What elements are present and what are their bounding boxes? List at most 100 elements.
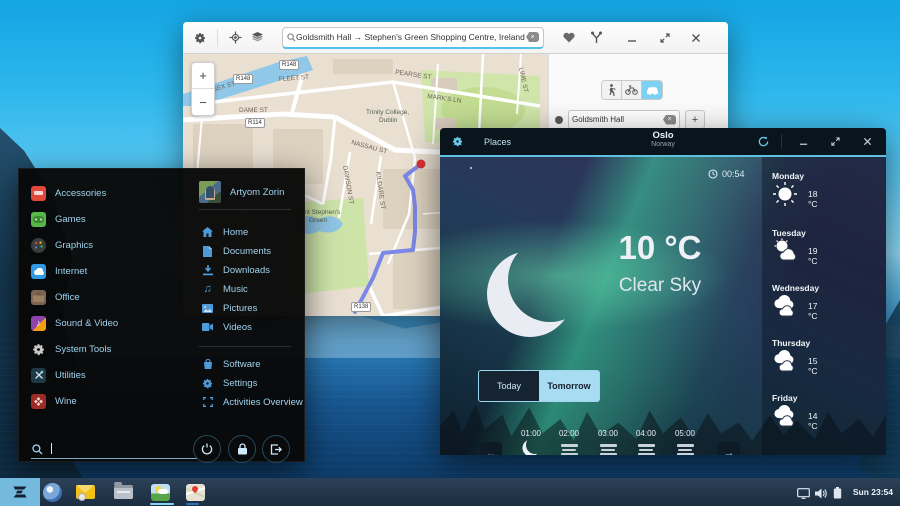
refresh-icon[interactable] bbox=[752, 132, 774, 152]
category-system-tools[interactable]: System Tools bbox=[31, 338, 111, 360]
divider bbox=[199, 209, 291, 210]
minimize-button[interactable] bbox=[621, 28, 643, 48]
browser-icon bbox=[43, 483, 62, 502]
graphics-icon bbox=[31, 238, 46, 253]
taskbar-app-weather[interactable] bbox=[149, 481, 171, 503]
taskbar-app-maps[interactable] bbox=[184, 481, 206, 503]
hourly-item: 03:00 7 °C bbox=[589, 429, 627, 455]
favorites-heart-icon[interactable] bbox=[558, 28, 580, 48]
category-internet[interactable]: Internet bbox=[31, 260, 87, 282]
clouds-icon bbox=[772, 304, 800, 321]
volume-icon[interactable] bbox=[815, 486, 827, 504]
search-icon bbox=[287, 33, 296, 42]
display-icon[interactable] bbox=[797, 486, 810, 504]
clear-origin-icon[interactable]: × bbox=[663, 115, 676, 125]
menu-item-software[interactable]: Software bbox=[201, 356, 261, 372]
daily-item: Monday 18 °C bbox=[772, 171, 804, 212]
internet-icon bbox=[31, 264, 46, 279]
close-button[interactable] bbox=[856, 132, 878, 152]
goto-location-icon[interactable] bbox=[224, 28, 246, 48]
place-videos[interactable]: Videos bbox=[201, 319, 252, 335]
hourly-item: 01:00 9 °C bbox=[512, 429, 550, 455]
taskbar-app-mail[interactable] bbox=[74, 481, 96, 503]
power-button[interactable] bbox=[193, 435, 221, 463]
tab-today[interactable]: Today bbox=[479, 371, 539, 401]
update-time: 00:54 bbox=[708, 169, 745, 179]
avatar bbox=[199, 181, 221, 203]
bike-mode-icon[interactable] bbox=[622, 81, 642, 99]
clear-search-icon[interactable]: × bbox=[526, 32, 539, 42]
maps-search-input[interactable] bbox=[296, 32, 526, 42]
add-waypoint-button[interactable]: + bbox=[685, 110, 705, 129]
maximize-button[interactable] bbox=[654, 28, 676, 48]
route-icon[interactable] bbox=[585, 28, 607, 48]
user-row[interactable]: Artyom Zorin bbox=[199, 181, 284, 203]
zoom-out-button[interactable]: − bbox=[192, 89, 214, 115]
moon-icon bbox=[521, 445, 541, 455]
origin-entry[interactable]: Goldsmith Hall × bbox=[568, 110, 680, 129]
category-accessories[interactable]: Accessories bbox=[31, 182, 106, 204]
maximize-button[interactable] bbox=[824, 132, 846, 152]
weather-titlebar[interactable]: Places Oslo Norway bbox=[440, 128, 886, 155]
sun-cloud-icon bbox=[772, 249, 800, 266]
svg-text:Green: Green bbox=[309, 217, 327, 224]
category-games[interactable]: Games bbox=[31, 208, 86, 230]
picture-icon bbox=[201, 302, 214, 315]
menu-item-settings[interactable]: Settings bbox=[201, 375, 257, 391]
crescent-moon-icon bbox=[484, 247, 578, 346]
download-icon bbox=[201, 264, 214, 277]
category-sound-video[interactable]: ♪ Sound & Video bbox=[31, 312, 118, 334]
hourly-item: 05:00 7 °C bbox=[666, 429, 704, 455]
place-documents[interactable]: Documents bbox=[201, 243, 271, 259]
minimize-button[interactable] bbox=[792, 132, 814, 152]
sun-icon bbox=[772, 194, 798, 211]
hourly-prev-button[interactable]: ← bbox=[480, 442, 502, 455]
gear-icon[interactable] bbox=[189, 28, 211, 48]
map-zoom-control[interactable]: + − bbox=[191, 62, 215, 116]
route-origin-row: Goldsmith Hall × + bbox=[555, 110, 723, 129]
daily-item: Friday 14 °C bbox=[772, 393, 800, 432]
place-downloads[interactable]: Downloads bbox=[201, 262, 270, 278]
category-graphics[interactable]: Graphics bbox=[31, 234, 93, 256]
accessories-icon bbox=[31, 186, 46, 201]
maps-titlebar[interactable]: × bbox=[183, 22, 728, 54]
current-condition: Clear Sky bbox=[580, 275, 740, 297]
taskbar-app-browser[interactable] bbox=[41, 481, 63, 503]
hourly-next-button[interactable]: → bbox=[718, 442, 740, 455]
close-button[interactable] bbox=[685, 28, 707, 48]
fog-icon bbox=[627, 438, 665, 455]
clock-icon bbox=[708, 169, 718, 179]
menu-item-activities-overview[interactable]: Activities Overview bbox=[201, 394, 303, 410]
travel-mode-toggle[interactable] bbox=[601, 80, 663, 100]
taskbar-app-files[interactable] bbox=[112, 481, 134, 503]
power-icon bbox=[201, 443, 213, 455]
road-badge: R148 bbox=[233, 74, 253, 84]
clouds-icon bbox=[772, 414, 800, 431]
zoom-in-button[interactable]: + bbox=[192, 63, 214, 89]
walk-mode-icon[interactable] bbox=[602, 81, 622, 99]
logout-button[interactable] bbox=[262, 435, 290, 463]
tab-tomorrow[interactable]: Tomorrow bbox=[539, 371, 599, 401]
divider bbox=[199, 346, 291, 347]
daily-item: Tuesday 19 °C bbox=[772, 228, 806, 267]
wine-icon bbox=[31, 394, 46, 409]
battery-icon[interactable] bbox=[833, 486, 842, 504]
zorin-logo-icon bbox=[10, 482, 30, 502]
car-mode-icon[interactable] bbox=[642, 81, 662, 99]
search-input[interactable] bbox=[31, 458, 197, 459]
video-camera-icon bbox=[201, 321, 214, 334]
place-home[interactable]: Home bbox=[201, 224, 248, 240]
category-wine[interactable]: Wine bbox=[31, 390, 77, 412]
gear-icon[interactable] bbox=[446, 132, 468, 152]
category-office[interactable]: Office bbox=[31, 286, 80, 308]
place-pictures[interactable]: Pictures bbox=[201, 300, 257, 316]
place-music[interactable]: ♫ Music bbox=[201, 281, 248, 297]
places-button[interactable]: Places bbox=[484, 137, 511, 147]
category-utilities[interactable]: Utilities bbox=[31, 364, 86, 386]
layers-icon[interactable] bbox=[246, 28, 268, 48]
home-icon bbox=[201, 226, 214, 239]
lock-button[interactable] bbox=[228, 435, 256, 463]
maps-search-field[interactable]: × bbox=[282, 27, 544, 49]
taskbar-clock[interactable]: Sun 23:54 bbox=[853, 487, 893, 497]
zorin-menu-button[interactable] bbox=[0, 478, 40, 506]
